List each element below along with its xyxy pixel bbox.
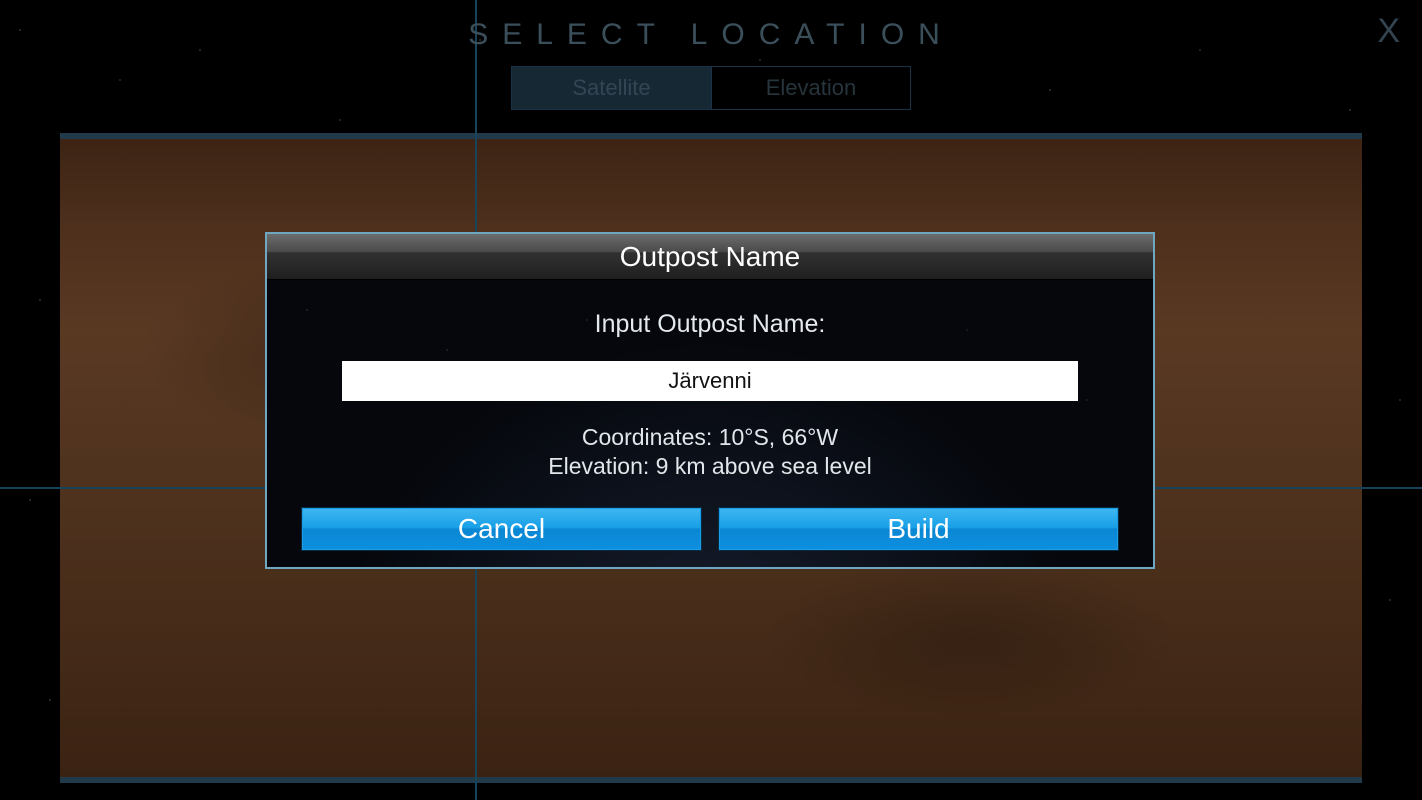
outpost-name-dialog: Outpost Name Input Outpost Name: Coordin…: [265, 232, 1155, 569]
location-info: Coordinates: 10°S, 66°W Elevation: 9 km …: [301, 423, 1119, 481]
dialog-title: Outpost Name: [267, 234, 1153, 280]
dialog-buttons: Cancel Build: [301, 507, 1119, 551]
coordinates-text: Coordinates: 10°S, 66°W: [301, 423, 1119, 452]
build-button[interactable]: Build: [718, 507, 1119, 551]
input-prompt: Input Outpost Name:: [301, 310, 1119, 339]
dialog-body: Input Outpost Name: Coordinates: 10°S, 6…: [267, 280, 1153, 567]
elevation-text: Elevation: 9 km above sea level: [301, 452, 1119, 481]
cancel-button[interactable]: Cancel: [301, 507, 702, 551]
outpost-name-input[interactable]: [342, 361, 1078, 401]
